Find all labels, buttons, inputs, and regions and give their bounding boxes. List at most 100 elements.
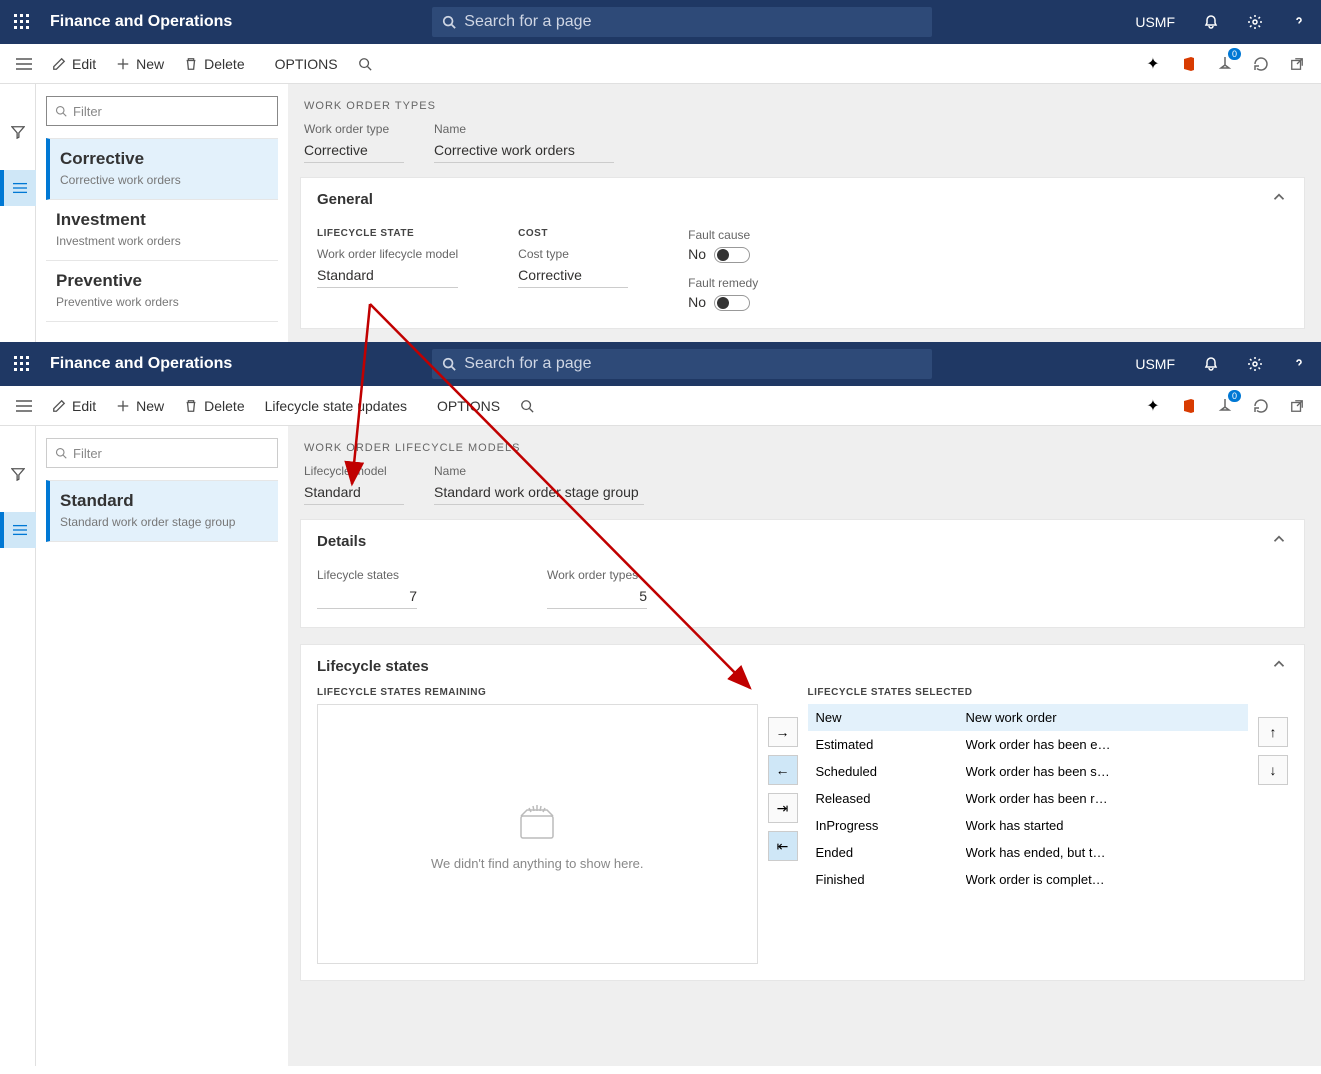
state-name: New xyxy=(816,710,966,725)
table-row[interactable]: EstimatedWork order has been e… xyxy=(808,731,1249,758)
list-rail-icon[interactable] xyxy=(0,512,36,548)
filter-input[interactable]: Filter xyxy=(46,438,278,468)
lifecycle-updates-button[interactable]: Lifecycle state updates xyxy=(255,386,417,426)
action-bar: Edit New Delete Lifecycle state updates … xyxy=(0,386,1321,426)
bell-icon[interactable] xyxy=(1189,342,1233,386)
new-button[interactable]: New xyxy=(106,386,174,426)
legal-entity[interactable]: USMF xyxy=(1121,356,1189,372)
hamburger-icon[interactable] xyxy=(6,44,42,84)
list-item-title: Standard xyxy=(60,491,268,511)
details-title[interactable]: Details xyxy=(317,533,366,550)
search-input[interactable]: Search for a page xyxy=(432,7,932,37)
bell-icon[interactable] xyxy=(1189,0,1233,44)
help-icon[interactable] xyxy=(1277,342,1321,386)
filter-rail-icon[interactable] xyxy=(0,456,36,492)
gear-icon[interactable] xyxy=(1233,342,1277,386)
options-button[interactable]: OPTIONS xyxy=(427,386,510,426)
search-input[interactable]: Search for a page xyxy=(432,349,932,379)
list-item[interactable]: InvestmentInvestment work orders xyxy=(46,200,278,261)
attach-icon[interactable]: ✦ xyxy=(1135,44,1171,84)
state-desc: Work order is complet… xyxy=(966,872,1241,887)
legal-entity[interactable]: USMF xyxy=(1121,14,1189,30)
move-left-button[interactable]: ← xyxy=(768,755,798,785)
list-item[interactable]: CorrectiveCorrective work orders xyxy=(46,138,278,200)
general-title[interactable]: General xyxy=(317,191,373,208)
page-caption: WORK ORDER LIFECYCLE MODELS xyxy=(300,426,1305,464)
delete-button[interactable]: Delete xyxy=(174,44,254,84)
move-right-button[interactable]: → xyxy=(768,717,798,747)
table-row[interactable]: NewNew work order xyxy=(808,704,1249,731)
fault-cause-toggle[interactable] xyxy=(714,247,750,263)
action-bar: Edit New Delete OPTIONS ✦ 0 xyxy=(0,44,1321,84)
page-caption: WORK ORDER TYPES xyxy=(300,84,1305,122)
help-icon[interactable] xyxy=(1277,0,1321,44)
state-desc: Work has ended, but t… xyxy=(966,845,1241,860)
list-item-subtitle: Standard work order stage group xyxy=(60,515,268,529)
alerts-icon[interactable]: 0 xyxy=(1207,44,1243,84)
chevron-up-icon[interactable] xyxy=(1270,530,1288,552)
cost-caption: COST xyxy=(518,228,628,239)
model-value[interactable]: Standard xyxy=(304,482,404,505)
chevron-up-icon[interactable] xyxy=(1270,655,1288,677)
action-search-icon[interactable] xyxy=(510,386,550,426)
lifecycle-states-title[interactable]: Lifecycle states xyxy=(317,658,429,675)
remaining-empty-state: We didn't find anything to show here. xyxy=(317,704,758,964)
office-icon[interactable] xyxy=(1171,44,1207,84)
top-bar: Finance and Operations Search for a page… xyxy=(0,342,1321,386)
list-item[interactable]: Standard Standard work order stage group xyxy=(46,480,278,542)
lifecycle-states-panel: Lifecycle states LIFECYCLE STATES REMAIN… xyxy=(300,644,1305,981)
move-all-left-button[interactable]: ⇤ xyxy=(768,831,798,861)
new-button[interactable]: New xyxy=(106,44,174,84)
screen-lifecycle-models: Finance and Operations Search for a page… xyxy=(0,342,1321,1066)
search-placeholder: Search for a page xyxy=(464,13,591,31)
wo-name-value[interactable]: Corrective work orders xyxy=(434,140,614,163)
chevron-up-icon[interactable] xyxy=(1270,188,1288,210)
model-name-label: Name xyxy=(434,464,644,478)
office-icon[interactable] xyxy=(1171,386,1207,426)
move-up-button[interactable]: ↑ xyxy=(1258,717,1288,747)
edit-button[interactable]: Edit xyxy=(42,44,106,84)
table-row[interactable]: FinishedWork order is complet… xyxy=(808,866,1249,893)
fault-remedy-toggle[interactable] xyxy=(714,295,750,311)
table-row[interactable]: InProgressWork has started xyxy=(808,812,1249,839)
model-name-value[interactable]: Standard work order stage group xyxy=(434,482,644,505)
options-button[interactable]: OPTIONS xyxy=(265,44,348,84)
alerts-icon[interactable]: 0 xyxy=(1207,386,1243,426)
lifecycle-model-link[interactable]: Standard xyxy=(317,265,458,288)
edit-button[interactable]: Edit xyxy=(42,386,106,426)
waffle-icon[interactable] xyxy=(0,0,44,44)
cost-type-label: Cost type xyxy=(518,247,628,261)
table-row[interactable]: ScheduledWork order has been s… xyxy=(808,758,1249,785)
attach-icon[interactable]: ✦ xyxy=(1135,386,1171,426)
wo-type-value[interactable]: Corrective xyxy=(304,140,404,163)
table-row[interactable]: ReleasedWork order has been r… xyxy=(808,785,1249,812)
types-count-value: 5 xyxy=(547,586,647,609)
action-search-icon[interactable] xyxy=(348,44,388,84)
state-name: InProgress xyxy=(816,818,966,833)
fault-remedy-label: Fault remedy xyxy=(688,276,758,290)
hamburger-icon[interactable] xyxy=(6,386,42,426)
selected-states-table: NewNew work orderEstimatedWork order has… xyxy=(808,704,1249,893)
delete-button[interactable]: Delete xyxy=(174,386,254,426)
gear-icon[interactable] xyxy=(1233,0,1277,44)
state-name: Estimated xyxy=(816,737,966,752)
fault-cause-value: No xyxy=(688,246,706,262)
list-item-subtitle: Corrective work orders xyxy=(60,173,268,187)
state-name: Ended xyxy=(816,845,966,860)
list-pane: Filter Standard Standard work order stage… xyxy=(36,426,288,1066)
popout-icon[interactable] xyxy=(1279,386,1315,426)
badge: 0 xyxy=(1228,48,1241,60)
filter-rail-icon[interactable] xyxy=(0,114,36,150)
table-row[interactable]: EndedWork has ended, but t… xyxy=(808,839,1249,866)
cost-type-value[interactable]: Corrective xyxy=(518,265,628,288)
filter-input[interactable]: Filter xyxy=(46,96,278,126)
move-down-button[interactable]: ↓ xyxy=(1258,755,1288,785)
move-all-right-button[interactable]: ⇥ xyxy=(768,793,798,823)
list-rail-icon[interactable] xyxy=(0,170,36,206)
waffle-icon[interactable] xyxy=(0,342,44,386)
model-label: Lifecycle model xyxy=(304,464,404,478)
popout-icon[interactable] xyxy=(1279,44,1315,84)
refresh-icon[interactable] xyxy=(1243,44,1279,84)
list-item[interactable]: PreventivePreventive work orders xyxy=(46,261,278,322)
refresh-icon[interactable] xyxy=(1243,386,1279,426)
